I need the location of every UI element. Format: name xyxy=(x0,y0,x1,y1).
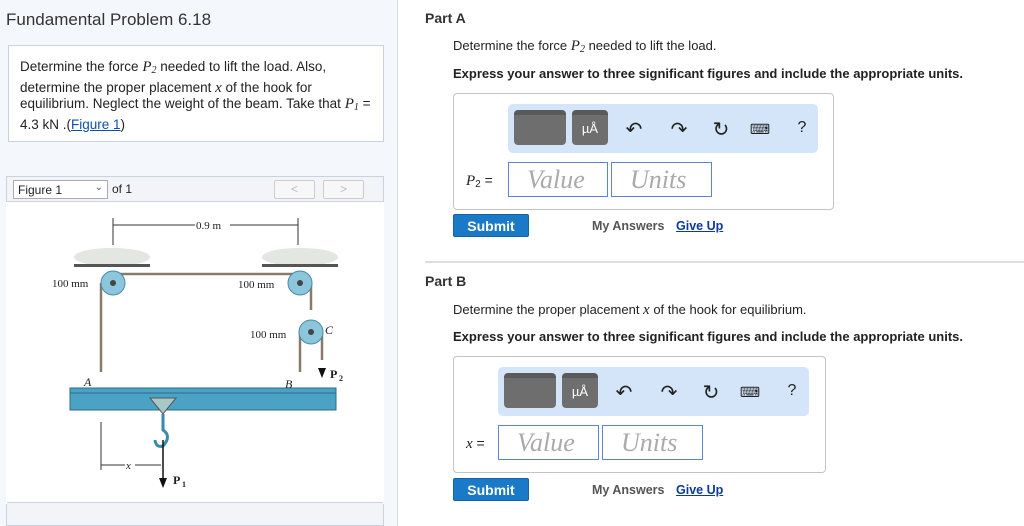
svg-text:x: x xyxy=(125,460,131,472)
templates-button[interactable] xyxy=(514,110,566,145)
var-p2: P2 xyxy=(142,59,157,76)
units-button[interactable]: µÅ xyxy=(562,373,598,408)
svg-text:P: P xyxy=(173,473,180,487)
help-icon[interactable]: ? xyxy=(781,382,803,400)
chevron-down-icon: ⌄ xyxy=(94,182,103,193)
units-input[interactable]: Units xyxy=(611,162,712,197)
reset-icon[interactable]: ↻ xyxy=(700,380,722,405)
svg-text:100 mm: 100 mm xyxy=(52,278,89,290)
problem-statement: Determine the force P2 needed to lift th… xyxy=(8,45,384,142)
text: Determine the force xyxy=(20,59,143,74)
label-dist: 0.9 m xyxy=(196,220,222,232)
prev-figure-button[interactable]: < xyxy=(274,180,315,199)
figure-select[interactable]: Figure 1 ⌄ xyxy=(13,180,108,199)
reset-icon[interactable]: ↻ xyxy=(710,117,732,142)
keyboard-icon[interactable]: ⌨ xyxy=(739,384,761,401)
svg-text:100 mm: 100 mm xyxy=(238,279,275,291)
part-a-answer-box: µÅ ↶ ↷ ↻ ⌨ ? P2 = Value Units xyxy=(453,93,834,210)
part-a-question: Determine the force P2 needed to lift th… xyxy=(453,38,717,55)
math-toolbar: µÅ ↶ ↷ ↻ ⌨ ? xyxy=(498,367,809,416)
svg-text:100 mm: 100 mm xyxy=(250,329,287,341)
figure-count: of 1 xyxy=(112,182,133,196)
give-up-link[interactable]: Give Up xyxy=(676,483,723,497)
undo-icon[interactable]: ↶ xyxy=(613,380,635,405)
submit-button[interactable]: Submit xyxy=(453,478,529,501)
keyboard-icon[interactable]: ⌨ xyxy=(749,121,771,138)
templates-button[interactable] xyxy=(504,373,556,408)
svg-text:P: P xyxy=(330,367,337,381)
part-b-instructions: Express your answer to three significant… xyxy=(453,329,963,344)
my-answers-link[interactable]: My Answers xyxy=(592,483,664,497)
submit-button[interactable]: Submit xyxy=(453,214,529,237)
svg-text:1: 1 xyxy=(182,480,186,489)
p2-label: P2 = xyxy=(466,172,493,190)
var-p1: P1 xyxy=(344,96,359,113)
problem-panel: Fundamental Problem 6.18 Determine the f… xyxy=(0,0,398,526)
part-a-instructions: Express your answer to three significant… xyxy=(453,66,963,81)
svg-text:B: B xyxy=(285,377,293,391)
figure-link[interactable]: Figure 1 xyxy=(71,117,121,132)
part-b-question: Determine the proper placement x of the … xyxy=(453,302,807,318)
value-input[interactable]: Value xyxy=(508,162,608,197)
x-label: x = xyxy=(466,435,485,452)
math-toolbar: µÅ ↶ ↷ ↻ ⌨ ? xyxy=(508,104,818,153)
var-x: x xyxy=(215,79,222,96)
ceiling-left xyxy=(74,248,150,266)
figure-toolbar: Figure 1 ⌄ of 1 < > xyxy=(7,177,383,202)
svg-text:A: A xyxy=(83,375,92,389)
ceiling-right xyxy=(262,248,338,266)
value-input[interactable]: Value xyxy=(498,425,599,460)
redo-icon[interactable]: ↷ xyxy=(668,117,690,142)
beam xyxy=(69,387,337,411)
units-input[interactable]: Units xyxy=(602,425,703,460)
figure-panel: Figure 1 ⌄ of 1 < > 0.9 m P 1 x P 2 100 … xyxy=(6,176,384,526)
give-up-link[interactable]: Give Up xyxy=(676,219,723,233)
help-icon[interactable]: ? xyxy=(791,119,813,137)
text: ) xyxy=(120,116,126,132)
svg-text:C: C xyxy=(325,323,334,337)
divider xyxy=(425,261,1024,263)
svg-text:2: 2 xyxy=(339,374,343,383)
redo-icon[interactable]: ↷ xyxy=(658,380,680,405)
part-b-title: Part B xyxy=(425,273,467,289)
part-a-title: Part A xyxy=(425,10,466,26)
figure-footer xyxy=(7,502,383,525)
undo-icon[interactable]: ↶ xyxy=(623,117,645,142)
part-b-answer-box: µÅ ↶ ↷ ↻ ⌨ ? x = Value Units xyxy=(453,356,826,473)
my-answers-link[interactable]: My Answers xyxy=(592,219,664,233)
problem-title: Fundamental Problem 6.18 xyxy=(6,10,212,29)
units-button[interactable]: µÅ xyxy=(572,110,608,145)
figure-diagram: 0.9 m P 1 x P 2 100 mm 100 mm 100 mm A B… xyxy=(6,202,384,504)
next-figure-button[interactable]: > xyxy=(323,180,364,199)
